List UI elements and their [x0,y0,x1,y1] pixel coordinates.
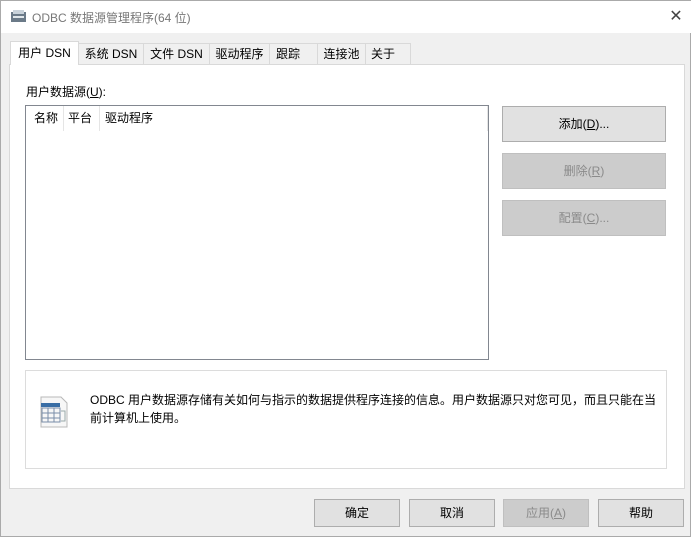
configure-label-end: )... [595,211,610,225]
tab-tracing[interactable]: 跟踪 [269,43,318,65]
remove-button[interactable]: 删除(R) [502,153,666,189]
tab-drivers[interactable]: 驱动程序 [209,43,270,65]
label-accesskey: U [90,85,99,99]
remove-label: 删除( [563,164,592,178]
user-dsn-list[interactable]: 名称 平台 驱动程序 [25,105,489,360]
odbc-app-icon [11,10,26,22]
tab-connection-pooling[interactable]: 连接池 [317,43,366,65]
add-button[interactable]: 添加(D)... [502,106,666,142]
remove-label-end: ) [600,164,605,178]
apply-accesskey: A [553,506,562,520]
apply-label: 应用( [525,506,554,520]
data-source-icon [40,396,68,428]
label-text-end: ): [98,85,107,99]
apply-label-end: ) [562,506,566,520]
window-title: ODBC 数据源管理程序(64 位) [32,11,191,25]
tab-system-dsn[interactable]: 系统 DSN [78,43,144,65]
info-text: ODBC 用户数据源存储有关如何与指示的数据提供程序连接的信息。用户数据源只对您… [90,393,657,425]
tab-about[interactable]: 关于 [365,43,411,65]
help-button[interactable]: 帮助 [598,499,684,527]
apply-button[interactable]: 应用(A) [503,499,589,527]
column-header-driver[interactable]: 驱动程序 [100,106,488,131]
title-bar: ODBC 数据源管理程序(64 位) ✕ [1,1,691,33]
tab-file-dsn[interactable]: 文件 DSN [143,43,210,65]
add-label: 添加( [558,117,587,131]
column-header-platform[interactable]: 平台 [64,106,100,131]
cancel-button[interactable]: 取消 [409,499,495,527]
add-label-end: )... [595,117,610,131]
close-icon[interactable]: ✕ [665,6,687,28]
info-box: ODBC 用户数据源存储有关如何与指示的数据提供程序连接的信息。用户数据源只对您… [25,370,667,469]
label-text: 用户数据源( [26,85,90,99]
ok-button[interactable]: 确定 [314,499,400,527]
tab-user-dsn[interactable]: 用户 DSN [10,41,79,65]
user-data-sources-label: 用户数据源(U): [26,83,106,100]
configure-label: 配置( [558,211,587,225]
column-header-name[interactable]: 名称 [26,106,64,131]
configure-button[interactable]: 配置(C)... [502,200,666,236]
